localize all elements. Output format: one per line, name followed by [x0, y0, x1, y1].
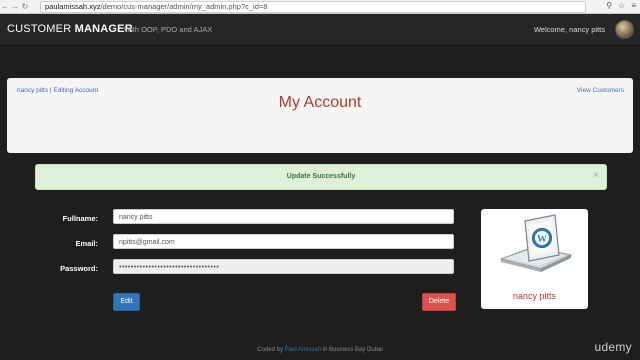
password-label: Password:	[60, 264, 98, 273]
email-field[interactable]: npitts@gmail.com	[113, 234, 454, 249]
app-navbar: CUSTOMER MANAGER With OOP, PDO and AJAX …	[0, 14, 640, 46]
close-icon[interactable]: ×	[593, 170, 599, 181]
password-field[interactable]: ••••••••••••••••••••••••••••••••••	[113, 259, 454, 274]
welcome-text: Welcome, nancy pitts	[533, 25, 605, 34]
footer-author-link[interactable]: Paul Amissah	[285, 347, 321, 353]
back-arrow-icon[interactable]: ←	[0, 2, 10, 11]
footer-prefix: Coded by	[257, 347, 283, 353]
profile-card: W nancy pitts	[481, 209, 588, 309]
profile-name: nancy pitts	[512, 291, 557, 301]
url-path: /demo/cus-manager/admin/my_admin.php?c_i…	[100, 2, 268, 11]
forward-arrow-icon[interactable]: →	[10, 2, 20, 11]
tagline: With OOP, PDO and AJAX	[124, 25, 213, 34]
url-host: paulamissah.xyz	[45, 2, 101, 11]
breadcrumb[interactable]: nancy pitts | Editing Account	[17, 87, 98, 94]
success-alert: Update Successfully ×	[35, 164, 607, 190]
fullname-label: Fullname:	[62, 214, 98, 223]
udemy-watermark: udemy	[594, 340, 632, 354]
reload-icon[interactable]: ↻	[20, 2, 30, 11]
menu-icon[interactable]: ≡	[631, 1, 636, 10]
brand-text-light: CUSTOMER	[7, 23, 72, 35]
alert-message: Update Successfully	[286, 173, 356, 180]
email-label: Email:	[75, 239, 98, 248]
wordpress-laptop-icon: W	[499, 214, 573, 272]
page-title: My Account	[278, 94, 362, 111]
footer-suffix: in Business Bay Dubai	[322, 347, 383, 353]
brand-logo[interactable]: CUSTOMER MANAGER	[7, 23, 133, 35]
svg-text:W: W	[537, 234, 547, 245]
avatar[interactable]	[615, 20, 634, 39]
star-icon[interactable]: ☆	[618, 1, 625, 10]
delete-button[interactable]: Delete	[422, 293, 456, 311]
address-bar[interactable]: paulamissah.xyz/demo/cus-manager/admin/m…	[40, 1, 586, 13]
browser-toolbar: ← → ↻ paulamissah.xyz/demo/cus-manager/a…	[0, 0, 640, 14]
edit-button[interactable]: Edit	[113, 293, 140, 311]
pin-icon[interactable]: ⚲	[606, 1, 612, 10]
page-footer: Coded by Paul Amissah in Business Bay Du…	[0, 347, 640, 353]
fullname-field[interactable]: nancy pitts	[113, 209, 454, 224]
account-header-panel: nancy pitts | Editing Account View Custo…	[7, 78, 633, 153]
view-customers-link[interactable]: View Customers	[577, 87, 624, 94]
